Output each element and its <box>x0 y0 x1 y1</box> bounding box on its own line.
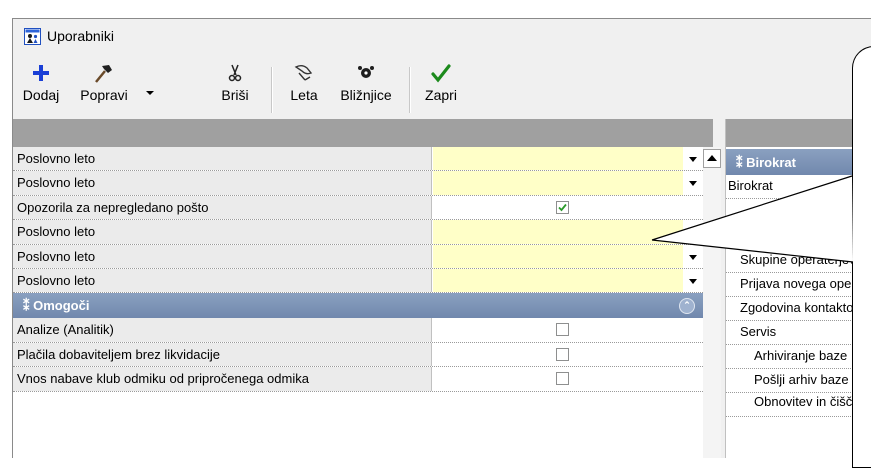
screenshot-canvas: Uporabniki Dodaj Popravi Briši Leta Bliž… <box>0 0 871 468</box>
callout-pointer <box>651 175 854 263</box>
